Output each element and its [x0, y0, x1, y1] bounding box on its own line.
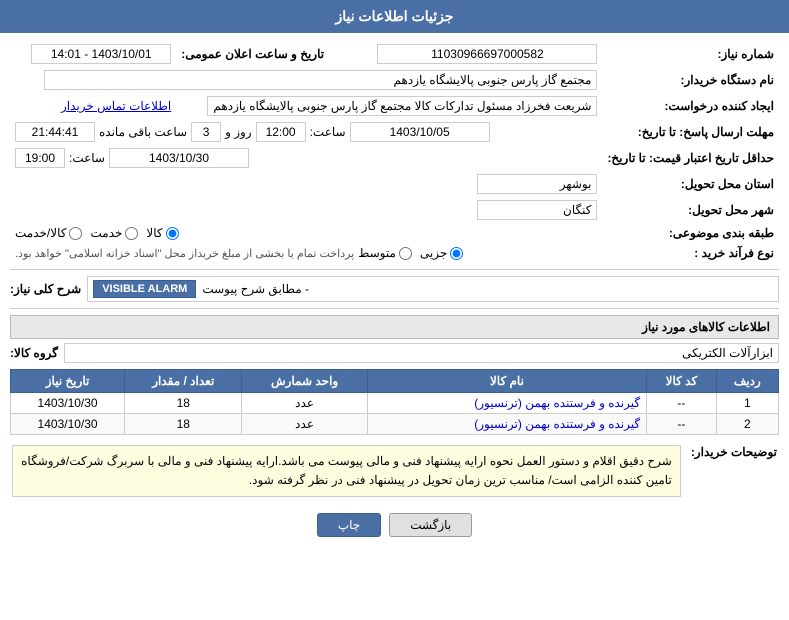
- table-row: 2 -- گیرنده و فرستنده بهمن (ترنسیور) عدد…: [11, 414, 779, 435]
- main-content: شماره نیاز: 11030966697000582 تاریخ و سا…: [0, 33, 789, 545]
- alarm-badge-prefix: - مطابق شرح پیوست: [202, 282, 309, 296]
- col-tarikh: تاریخ نیاز: [11, 370, 125, 393]
- ejad-konande-value: شریعت فخرزاد مسئول تدارکات کالا مجتمع گا…: [207, 96, 597, 116]
- mohlat-saat-label: ساعت:: [310, 125, 346, 139]
- shomara-label: شماره نیاز:: [602, 41, 779, 67]
- tabaqa-radio-kala[interactable]: [166, 227, 179, 240]
- ostan-value: بوشهر: [477, 174, 597, 194]
- tawzih-label: توضیحات خریدار:: [683, 445, 777, 503]
- sharh-koli-label: شرح کلی نیاز:: [10, 282, 81, 296]
- ejad-konande-label: ایجاد کننده درخواست:: [602, 93, 779, 119]
- page-header: جزئیات اطلاعات نیاز: [0, 0, 789, 33]
- cell-kod: --: [647, 393, 717, 414]
- shomara-value: 11030966697000582: [377, 44, 597, 64]
- group-row: گروه کالا: ابزارآلات الکتریکی: [10, 343, 779, 363]
- nam-dastgah-label: نام دستگاه خریدار:: [602, 67, 779, 93]
- info-table: شماره نیاز: 11030966697000582 تاریخ و سا…: [10, 41, 779, 263]
- col-radif: ردیف: [716, 370, 778, 393]
- ostan-label: استان محل تحویل:: [602, 171, 779, 197]
- cell-tedad: 18: [125, 393, 242, 414]
- cell-tedad: 18: [125, 414, 242, 435]
- nav-farand-radio-jozi[interactable]: [450, 247, 463, 260]
- print-button[interactable]: چاپ: [317, 513, 381, 537]
- group-kala-value: ابزارآلات الکتریکی: [64, 343, 779, 363]
- buyer-notes-text: شرح دقیق اقلام و دستور العمل نحوه ارایه …: [12, 445, 681, 497]
- back-button[interactable]: بازگشت: [389, 513, 472, 537]
- shahr-value: کنگان: [477, 200, 597, 220]
- tabaqa-radio-kala-khedmat[interactable]: [69, 227, 82, 240]
- nav-farand-label: نوع فرآند خرید :: [602, 243, 779, 263]
- tabaqa-option-kala[interactable]: کالا: [146, 226, 178, 240]
- tabaqa-option-kala-khedmat[interactable]: کالا/خدمت: [15, 226, 82, 240]
- page-title: جزئیات اطلاعات نیاز: [335, 8, 453, 24]
- shahr-label: شهر محل تحویل:: [602, 197, 779, 223]
- ettelaat-tamas-link[interactable]: اطلاعات تماس خریدار: [61, 99, 171, 113]
- mohlat-baqi-value: 21:44:41: [15, 122, 95, 142]
- table-row: 1 -- گیرنده و فرستنده بهمن (ترنسیور) عدد…: [11, 393, 779, 414]
- col-name: نام کالا: [367, 370, 646, 393]
- cell-vahed: عدد: [242, 393, 367, 414]
- items-table: ردیف کد کالا نام کالا واحد شمارش تعداد /…: [10, 369, 779, 435]
- hadaqal-saat-label: ساعت:: [69, 151, 105, 165]
- cell-tarikh: 1403/10/30: [11, 393, 125, 414]
- page-container: جزئیات اطلاعات نیاز شماره نیاز: 11030966…: [0, 0, 789, 620]
- nav-farand-radio-group: متوسط جزیی: [358, 246, 463, 260]
- mohlat-date-value: 1403/10/05: [350, 122, 490, 142]
- cell-vahed: عدد: [242, 414, 367, 435]
- tarikh-label: تاریخ و ساعت اعلان عمومی:: [176, 41, 334, 67]
- sharh-koli-box: VISIBLE ALARM - مطابق شرح پیوست: [87, 276, 779, 302]
- mohlat-saat-value: 12:00: [256, 122, 306, 142]
- mohlat-label: مهلت ارسال پاسخ: تا تاریخ:: [602, 119, 779, 145]
- buyer-notes-table: توضیحات خریدار: شرح دقیق اقلام و دستور ا…: [10, 443, 779, 505]
- kalaha-section-title: اطلاعات کالاهای مورد نیاز: [10, 315, 779, 339]
- cell-kod: --: [647, 414, 717, 435]
- mohlat-roz-value: 3: [191, 122, 221, 142]
- hadaqal-date-value: 1403/10/30: [109, 148, 249, 168]
- tabaqa-radio-khedmat[interactable]: [125, 227, 138, 240]
- nav-farand-row: پرداخت تمام یا بخشی از مبلغ خریداز محل "…: [15, 246, 597, 260]
- divider-2: [10, 308, 779, 309]
- nam-dastgah-value: مجتمع گاز پارس جنوبی پالایشگاه یازدهم: [44, 70, 597, 90]
- cell-radif: 1: [716, 393, 778, 414]
- col-vahed: واحد شمارش: [242, 370, 367, 393]
- nav-farand-radio-motavas[interactable]: [399, 247, 412, 260]
- cell-tarikh: 1403/10/30: [11, 414, 125, 435]
- hadaqal-saat-value: 19:00: [15, 148, 65, 168]
- cell-radif: 2: [716, 414, 778, 435]
- col-kod: کد کالا: [647, 370, 717, 393]
- tabaqa-radio-group: کالا/خدمت خدمت کالا: [15, 226, 597, 240]
- footer-buttons: بازگشت چاپ: [10, 513, 779, 537]
- cell-name[interactable]: گیرنده و فرستنده بهمن (ترنسیور): [367, 414, 646, 435]
- tarikh-value: 1403/10/01 - 14:01: [31, 44, 171, 64]
- tabaqa-label: طبقه بندی موضوعی:: [602, 223, 779, 243]
- mohlat-roz-label: روز و: [225, 125, 252, 139]
- nav-farand-option-motavas[interactable]: متوسط: [358, 246, 412, 260]
- alarm-badge: VISIBLE ALARM: [93, 280, 196, 298]
- tabaqa-option-khedmat[interactable]: خدمت: [90, 226, 138, 240]
- col-tedad: تعداد / مقدار: [125, 370, 242, 393]
- sharh-koli-row: شرح کلی نیاز: VISIBLE ALARM - مطابق شرح …: [10, 276, 779, 302]
- cell-name[interactable]: گیرنده و فرستنده بهمن (ترنسیور): [367, 393, 646, 414]
- hadaqal-label: حداقل تاریخ اعتبار قیمت: تا تاریخ:: [602, 145, 779, 171]
- nav-farand-note: پرداخت تمام یا بخشی از مبلغ خریداز محل "…: [15, 247, 354, 260]
- group-kala-label: گروه کالا:: [10, 346, 58, 360]
- mohlat-mande-label: ساعت باقی مانده: [99, 125, 187, 139]
- divider-1: [10, 269, 779, 270]
- nav-farand-option-jozi[interactable]: جزیی: [420, 246, 463, 260]
